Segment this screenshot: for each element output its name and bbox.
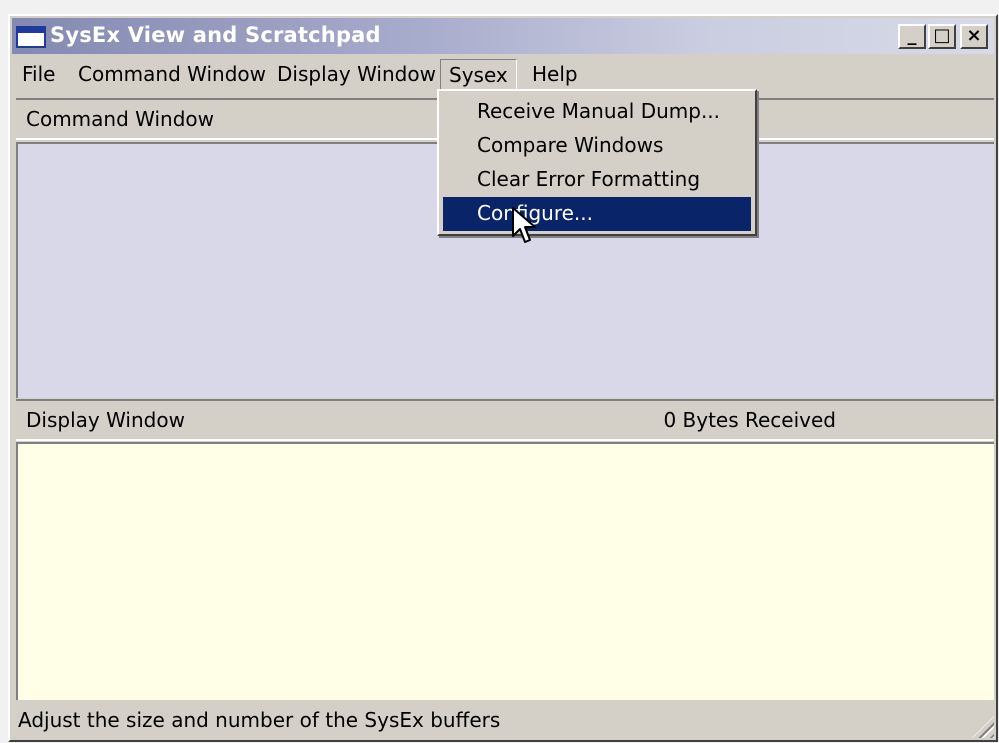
menu-item-compare-windows[interactable]: Compare Windows — [443, 129, 751, 163]
title-bar[interactable]: SysEx View and Scratchpad _ □ × — [12, 18, 994, 54]
status-bar: Adjust the size and number of the SysEx … — [16, 702, 994, 738]
minimize-button[interactable]: _ — [898, 24, 926, 49]
bytes-received-label: 0 Bytes Received — [663, 408, 836, 432]
status-text: Adjust the size and number of the SysEx … — [18, 708, 501, 732]
display-window-area[interactable] — [16, 442, 994, 700]
display-window-header: Display Window 0 Bytes Received — [16, 399, 994, 441]
menu-item-configure[interactable]: Configure... — [443, 197, 751, 231]
menu-sysex[interactable]: Sysex — [440, 59, 517, 92]
menu-file[interactable]: File — [14, 56, 63, 94]
display-window-title: Display Window — [26, 408, 185, 432]
mouse-pointer-icon — [512, 207, 536, 243]
app-window-icon — [16, 26, 46, 48]
menu-command-window[interactable]: Command Window — [70, 56, 274, 94]
window-title: SysEx View and Scratchpad — [50, 23, 381, 47]
maximize-button[interactable]: □ — [928, 24, 956, 49]
menu-item-clear-error-formatting[interactable]: Clear Error Formatting — [443, 163, 751, 197]
sysex-dropdown-menu: Receive Manual Dump... Compare Windows C… — [437, 89, 757, 236]
menu-display-window[interactable]: Display Window — [269, 56, 444, 94]
command-window-title: Command Window — [26, 107, 215, 131]
close-button[interactable]: × — [960, 24, 988, 49]
menu-item-receive-manual-dump[interactable]: Receive Manual Dump... — [443, 95, 751, 129]
